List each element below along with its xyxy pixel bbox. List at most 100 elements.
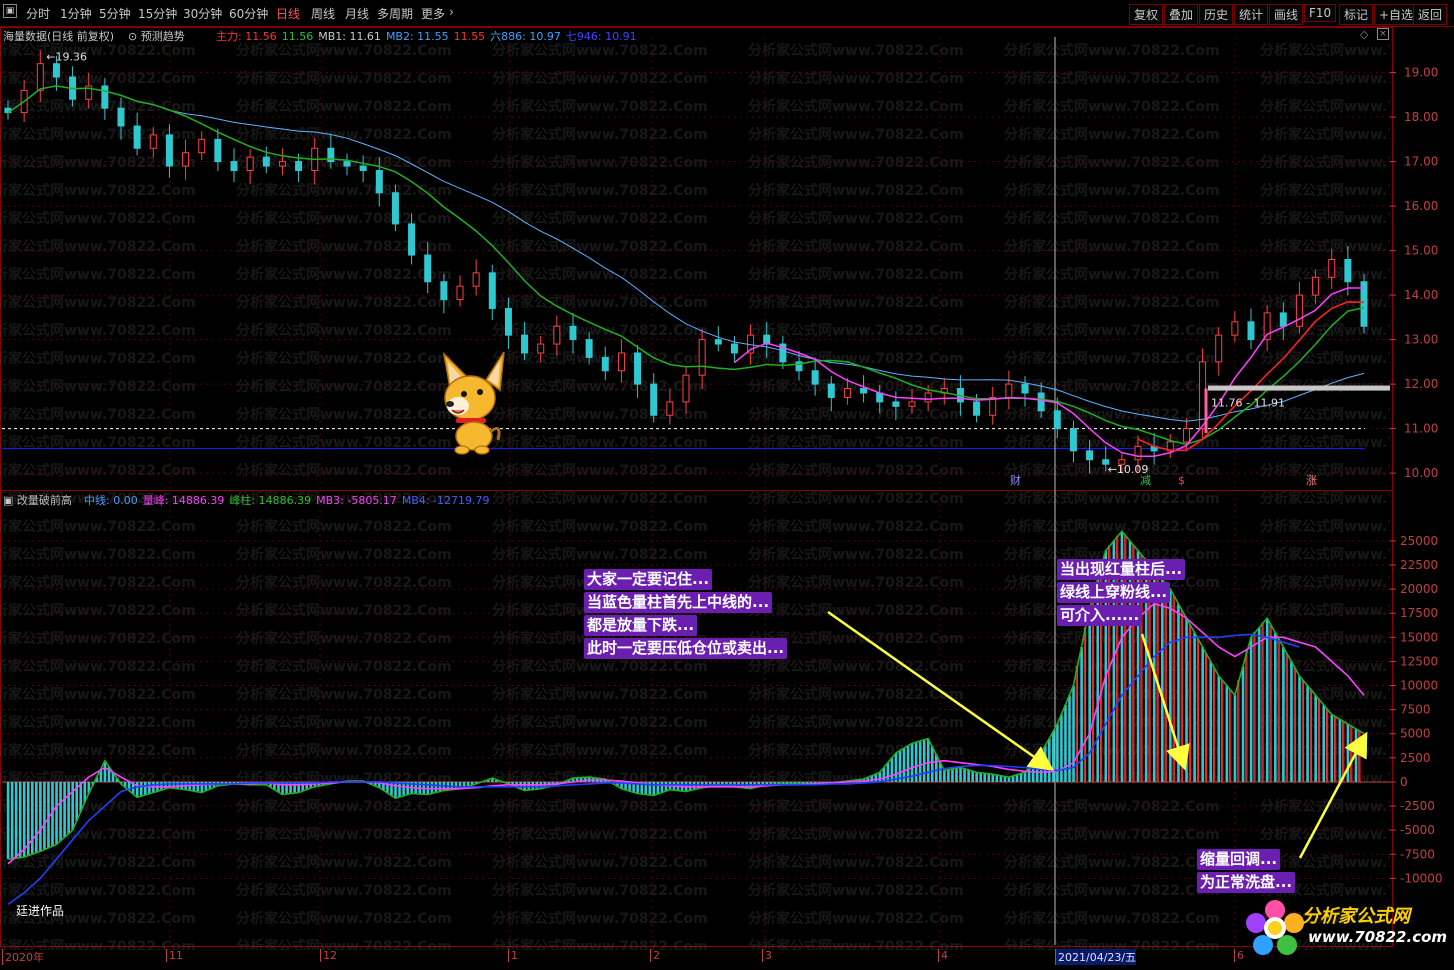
tab-weekly[interactable]: 周线 bbox=[311, 5, 335, 22]
volume-bar bbox=[664, 781, 668, 792]
note-line: 缩量回调... bbox=[1197, 849, 1281, 870]
volume-bar bbox=[660, 781, 664, 793]
tab-more[interactable]: 更多 bbox=[421, 5, 445, 22]
y-tick-label: 14.00 bbox=[1404, 288, 1438, 302]
candle-body bbox=[553, 325, 561, 345]
y-tick-label: 15.00 bbox=[1404, 244, 1438, 258]
volume-bar bbox=[1322, 704, 1326, 782]
volume-bar bbox=[1257, 627, 1261, 782]
y-tick-label: 19.00 bbox=[1404, 66, 1438, 80]
candle-body bbox=[1295, 294, 1303, 327]
volume-bar bbox=[67, 781, 70, 834]
volume-bar bbox=[1334, 716, 1337, 783]
volume-bar bbox=[1309, 689, 1313, 783]
note-red-volume: 当出现红量柱后... 绿线上穿粉线... 可介入...... bbox=[1057, 558, 1186, 627]
candle-body bbox=[892, 401, 900, 407]
candle-body bbox=[408, 223, 416, 256]
volume-bar bbox=[959, 767, 962, 782]
tab-1min[interactable]: 1分钟 bbox=[60, 5, 92, 22]
volume-bar bbox=[1083, 627, 1087, 783]
volume-bar bbox=[1188, 624, 1191, 783]
volume-bar bbox=[971, 771, 974, 782]
volume-bar bbox=[967, 769, 970, 782]
volume-bar bbox=[1201, 646, 1204, 782]
volume-bar bbox=[926, 738, 930, 782]
volume-bar bbox=[935, 754, 938, 782]
volume-bar bbox=[1180, 610, 1183, 783]
x-tick-label: 6 bbox=[1234, 949, 1244, 962]
button-overlay[interactable]: 叠加 bbox=[1164, 4, 1199, 25]
candle-body bbox=[504, 307, 512, 336]
candle-body bbox=[1215, 334, 1223, 363]
y-tick-label: 25000 bbox=[1400, 534, 1438, 548]
tab-fenshi[interactable]: 分时 bbox=[26, 5, 50, 22]
button-draw[interactable]: 画线 bbox=[1269, 4, 1304, 25]
y-tick-label: 5000 bbox=[1400, 727, 1431, 741]
volume-bar bbox=[1193, 632, 1196, 782]
volume-bar bbox=[31, 781, 34, 855]
tab-multi-period[interactable]: 多周期 bbox=[377, 5, 413, 22]
volume-bar bbox=[1338, 719, 1342, 782]
candle-body bbox=[440, 281, 448, 301]
volume-bar bbox=[1023, 772, 1027, 782]
volume-bar bbox=[1265, 618, 1269, 782]
volume-bar bbox=[1325, 709, 1329, 783]
volume-bar bbox=[1342, 721, 1345, 783]
y-tick-label: 7500 bbox=[1400, 703, 1431, 717]
candle-body bbox=[36, 63, 44, 91]
note-pullback: 缩量回调... 为正常洗盘... bbox=[1197, 848, 1296, 894]
tab-daily[interactable]: 日线 bbox=[276, 5, 300, 22]
note-line: 都是放量下跌... bbox=[584, 615, 698, 636]
candle-body bbox=[343, 161, 351, 167]
volume-bar bbox=[531, 781, 535, 790]
volume-bar bbox=[890, 757, 894, 782]
tab-15min[interactable]: 15分钟 bbox=[138, 5, 177, 22]
candle-body bbox=[101, 85, 109, 109]
candle-body bbox=[1328, 259, 1336, 278]
button-stats[interactable]: 统计 bbox=[1234, 4, 1269, 25]
range-box bbox=[1208, 385, 1390, 391]
candle-body bbox=[214, 138, 222, 163]
button-mark[interactable]: 标记 bbox=[1339, 4, 1374, 25]
candle-body bbox=[843, 388, 851, 398]
candle-body bbox=[472, 272, 480, 287]
volume-bar bbox=[886, 762, 890, 782]
candle-body bbox=[165, 134, 173, 167]
button-fuquan[interactable]: 复权 bbox=[1129, 4, 1164, 25]
x-tick-label: 2020年 bbox=[2, 949, 44, 965]
note-line: 为正常洗盘... bbox=[1197, 872, 1296, 893]
tab-monthly[interactable]: 月线 bbox=[345, 5, 369, 22]
tab-30min[interactable]: 30分钟 bbox=[183, 5, 222, 22]
volume-bar bbox=[390, 781, 393, 796]
event-marker: 涨 bbox=[1306, 474, 1317, 487]
tab-5min[interactable]: 5分钟 bbox=[99, 5, 131, 22]
candle-body bbox=[262, 156, 270, 167]
window-icon[interactable]: ▣ bbox=[3, 4, 17, 18]
y-tick-label: 18.00 bbox=[1404, 110, 1438, 124]
button-back[interactable]: 返回 bbox=[1413, 4, 1448, 25]
note-line: 当蓝色量柱首先上中线的... bbox=[584, 592, 773, 613]
volume-bar bbox=[1350, 726, 1353, 783]
volume-bar bbox=[1317, 699, 1321, 783]
range-label: 11.76 - 11.91 bbox=[1211, 397, 1285, 410]
y-tick-label: 13.00 bbox=[1404, 333, 1438, 347]
button-add-watchlist[interactable]: +自选 bbox=[1374, 4, 1419, 25]
tab-60min[interactable]: 60分钟 bbox=[229, 5, 268, 22]
volume-bar bbox=[979, 772, 983, 782]
volume-bar bbox=[176, 781, 179, 789]
volume-bar bbox=[1241, 666, 1245, 782]
volume-bar bbox=[1330, 714, 1334, 782]
volume-bar bbox=[1253, 632, 1256, 783]
candle-body bbox=[666, 401, 674, 416]
button-f10[interactable]: F10 bbox=[1304, 4, 1337, 22]
volume-bar bbox=[1217, 675, 1221, 782]
site-logo: 分析家公式网 www.70822.com bbox=[1244, 898, 1447, 956]
button-history[interactable]: 历史 bbox=[1199, 4, 1234, 25]
volume-bar bbox=[1052, 731, 1055, 782]
logo-title: 分析家公式网 bbox=[1302, 906, 1410, 927]
y-tick-label: 20000 bbox=[1400, 582, 1438, 596]
candle-body bbox=[973, 401, 981, 416]
volume-bar bbox=[398, 781, 401, 798]
chevron-right-icon[interactable]: › bbox=[449, 5, 454, 19]
volume-bar bbox=[434, 781, 438, 793]
